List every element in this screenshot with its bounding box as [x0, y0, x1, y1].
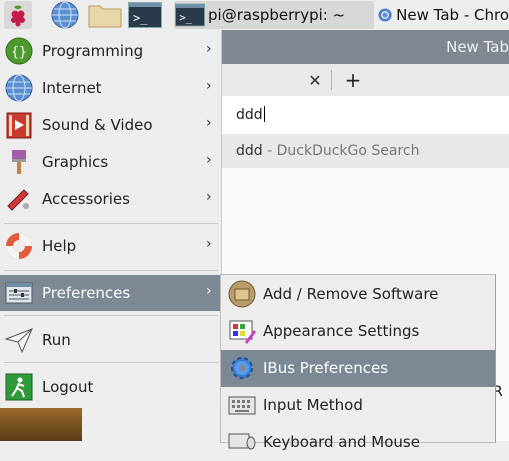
browser-titlebar: New Tab — [220, 30, 509, 64]
menu-item-help[interactable]: Help › — [0, 228, 221, 264]
taskbar-browser-window[interactable]: New Tab - Chro — [378, 1, 509, 29]
gear-icon — [231, 357, 253, 379]
package-icon — [228, 280, 256, 308]
tab-divider — [331, 70, 332, 90]
terminal-launcher[interactable]: >_ — [128, 1, 162, 29]
suggestion-query: ddd — [236, 143, 263, 159]
menu-item-label: Run — [42, 331, 71, 349]
taskbar-browser-title: New Tab - Chro — [396, 6, 509, 24]
terminal-icon: >_ — [175, 3, 205, 27]
raspberry-menu-button[interactable] — [4, 1, 36, 29]
folder-icon — [88, 5, 122, 28]
terminal-icon: >_ — [128, 2, 162, 28]
desktop-wallpaper — [0, 408, 82, 441]
submenu-item-label: Add / Remove Software — [263, 285, 439, 303]
menu-item-label: Programming — [42, 42, 144, 60]
application-menu: {} Programming › Internet › Sound & Vide… — [0, 30, 222, 408]
taskbar: >_ >_ pi@raspberrypi: ~ New Tab - Chro — [0, 0, 509, 31]
omnibox-text[interactable]: ddd — [236, 106, 265, 123]
menu-item-graphics[interactable]: Graphics › — [0, 144, 221, 180]
programming-icon: {} — [5, 37, 33, 65]
submenu-item-label: Keyboard and Mouse — [263, 433, 420, 451]
globe-icon — [51, 1, 79, 29]
suggestion-source: - DuckDuckGo Search — [262, 143, 420, 159]
paper-plane-icon — [4, 328, 33, 354]
suggestion-text: ddd - DuckDuckGo Search — [236, 143, 420, 159]
svg-text:{}: {} — [11, 45, 27, 60]
accessories-icon — [7, 189, 29, 211]
exit-icon — [5, 373, 33, 401]
preferences-submenu: Add / Remove Software Appearance Setting… — [220, 274, 496, 451]
chromium-icon — [378, 8, 392, 22]
browser-launcher[interactable] — [50, 1, 82, 29]
tab-close-icon[interactable]: ✕ — [300, 64, 330, 96]
menu-item-programming[interactable]: {} Programming › — [0, 33, 221, 69]
submenu-arrow-icon: › — [206, 236, 212, 252]
menu-item-accessories[interactable]: Accessories › — [0, 181, 221, 217]
menu-separator — [4, 270, 218, 271]
menu-item-label: Preferences — [42, 284, 131, 302]
taskbar-terminal-window[interactable]: >_ pi@raspberrypi: ~ — [174, 1, 374, 29]
omnibox[interactable]: ddd — [220, 96, 509, 134]
submenu-arrow-icon: › — [206, 78, 212, 94]
appearance-icon — [229, 320, 256, 344]
file-manager-launcher[interactable] — [88, 1, 122, 29]
keyboard-icon — [228, 396, 256, 415]
menu-separator — [4, 315, 218, 316]
menu-item-label: Logout — [42, 378, 94, 396]
menu-item-label: Sound & Video — [42, 116, 153, 134]
new-tab-button[interactable]: + — [340, 64, 366, 96]
submenu-item-label: Input Method — [263, 396, 363, 414]
submenu-arrow-icon: › — [206, 115, 212, 131]
svg-text:>_: >_ — [133, 11, 148, 25]
menu-item-internet[interactable]: Internet › — [0, 70, 221, 106]
keyboard-mouse-icon — [228, 433, 256, 450]
submenu-item-input-method[interactable]: Input Method — [221, 387, 495, 424]
menu-item-preferences[interactable]: Preferences › — [0, 275, 221, 311]
submenu-item-add-remove-software[interactable]: Add / Remove Software — [221, 276, 495, 313]
browser-window-title: New Tab — [446, 38, 509, 56]
text-caret — [263, 106, 265, 122]
lifebuoy-icon — [6, 233, 32, 259]
film-icon — [6, 112, 32, 139]
preferences-icon — [5, 282, 33, 304]
submenu-arrow-icon: › — [206, 41, 212, 57]
omnibox-suggestion[interactable]: ddd - DuckDuckGo Search — [220, 134, 509, 168]
menu-item-logout[interactable]: Logout — [0, 369, 221, 405]
menu-separator — [4, 362, 218, 363]
svg-text:>_: >_ — [179, 12, 192, 24]
menu-item-sound-video[interactable]: Sound & Video › — [0, 107, 221, 143]
menu-item-label: Accessories — [42, 190, 130, 208]
submenu-item-label: Appearance Settings — [263, 322, 420, 340]
omnibox-value: ddd — [236, 107, 263, 123]
menu-item-label: Graphics — [42, 153, 109, 171]
submenu-item-keyboard-and-mouse[interactable]: Keyboard and Mouse — [221, 424, 495, 461]
submenu-arrow-icon: › — [206, 189, 212, 205]
menu-item-label: Help — [42, 237, 77, 255]
submenu-item-ibus-preferences[interactable]: IBus Preferences — [221, 350, 495, 387]
raspberry-icon — [4, 1, 32, 29]
paintbrush-icon — [12, 150, 26, 174]
menu-item-run[interactable]: Run — [0, 322, 221, 358]
menu-item-label: Internet — [42, 79, 102, 97]
globe-icon — [5, 74, 33, 102]
submenu-arrow-icon: › — [206, 152, 212, 168]
menu-separator — [4, 223, 218, 224]
taskbar-terminal-title: pi@raspberrypi: ~ — [208, 6, 346, 24]
submenu-item-appearance-settings[interactable]: Appearance Settings — [221, 313, 495, 350]
submenu-arrow-icon: › — [206, 283, 212, 299]
submenu-item-label: IBus Preferences — [263, 359, 389, 377]
